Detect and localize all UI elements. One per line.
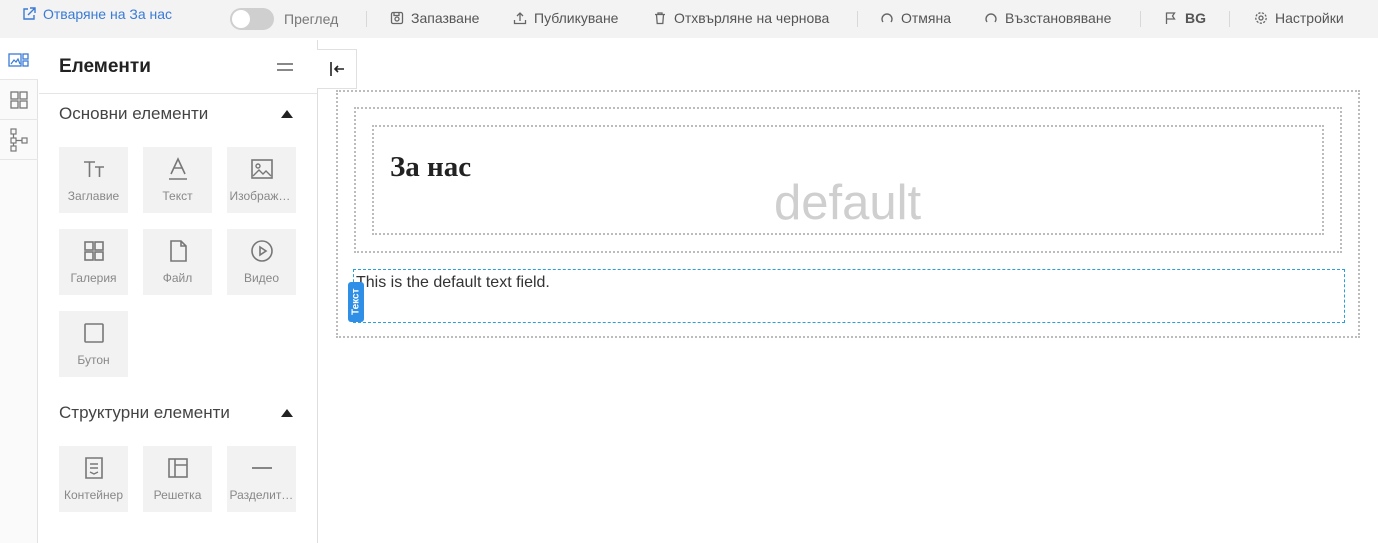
heading-container[interactable]: За нас default bbox=[354, 107, 1342, 253]
text-field-block[interactable]: This is the default text field. Текст bbox=[348, 269, 1345, 323]
preview-label: Преглед bbox=[284, 11, 339, 27]
element-tile-label: Файл bbox=[162, 271, 193, 285]
settings-label: Настройки bbox=[1275, 10, 1344, 26]
rail-tree-button[interactable] bbox=[0, 120, 38, 160]
panel-menu-icon[interactable] bbox=[277, 62, 293, 71]
elements-icon bbox=[8, 52, 29, 67]
element-tile-image[interactable]: Изображение bbox=[227, 147, 296, 213]
editor-canvas[interactable]: За нас default This is the default text … bbox=[318, 40, 1378, 543]
text-element-tag: Текст bbox=[348, 282, 364, 322]
text-icon bbox=[168, 157, 187, 180]
element-tile-divider[interactable]: Разделител bbox=[227, 446, 296, 512]
collapse-arrow-icon[interactable] bbox=[281, 409, 293, 417]
basic-elements-header[interactable]: Основни елементи bbox=[39, 94, 317, 134]
elements-panel: Елементи Основни елементи Заглавие Текст… bbox=[39, 40, 318, 543]
redo-label: Възстановяване bbox=[1005, 10, 1112, 26]
element-tile-button[interactable]: Бутон bbox=[59, 311, 128, 377]
publish-button[interactable]: Публикуване bbox=[513, 10, 618, 26]
language-button[interactable]: BG bbox=[1164, 10, 1206, 26]
element-tile-label: Бутон bbox=[77, 353, 110, 367]
settings-button[interactable]: Настройки bbox=[1254, 10, 1344, 26]
toggle-switch[interactable] bbox=[230, 8, 274, 30]
preview-toggle[interactable]: Преглед bbox=[230, 8, 338, 30]
element-tile-label: Видео bbox=[243, 271, 280, 285]
element-tile-gallery[interactable]: Галерия bbox=[59, 229, 128, 295]
basic-elements-grid: Заглавие Текст Изображение Галерия Файл … bbox=[39, 134, 317, 377]
element-tile-text[interactable]: Текст bbox=[143, 147, 212, 213]
structure-elements-header[interactable]: Структурни елементи bbox=[39, 393, 317, 433]
element-tile-label: Заглавие bbox=[67, 189, 120, 203]
top-toolbar: Отваряне на За нас Преглед Запазване Пуб… bbox=[0, 0, 1378, 38]
discard-draft-label: Отхвърляне на чернова bbox=[674, 10, 830, 26]
panel-header: Елементи bbox=[39, 40, 317, 94]
element-tile-label: Текст bbox=[162, 189, 193, 203]
heading-icon bbox=[83, 161, 104, 177]
button-icon bbox=[83, 323, 104, 343]
image-icon bbox=[250, 159, 273, 179]
undo-icon bbox=[881, 13, 893, 23]
grid-icon bbox=[167, 458, 188, 478]
redo-icon bbox=[985, 13, 997, 23]
structure-elements-title: Структурни елементи bbox=[59, 403, 230, 422]
flag-icon bbox=[1165, 12, 1176, 24]
undo-button[interactable]: Отмяна bbox=[880, 10, 951, 26]
page-heading[interactable]: За нас bbox=[390, 151, 471, 184]
side-rail bbox=[0, 40, 38, 543]
element-tile-label: Разделител bbox=[229, 488, 294, 502]
toolbar-divider bbox=[1140, 11, 1141, 27]
element-tile-video[interactable]: Видео bbox=[227, 229, 296, 295]
language-label: BG bbox=[1185, 10, 1206, 26]
discard-draft-button[interactable]: Отхвърляне на чернова bbox=[653, 10, 829, 26]
undo-label: Отмяна bbox=[901, 10, 952, 26]
collapse-left-icon bbox=[329, 62, 344, 76]
element-tile-label: Изображение bbox=[229, 189, 294, 203]
upload-icon bbox=[513, 12, 527, 25]
toolbar-divider bbox=[1229, 11, 1230, 27]
blocks-icon bbox=[10, 90, 28, 109]
toolbar-divider bbox=[366, 11, 367, 27]
rail-elements-button[interactable] bbox=[0, 40, 38, 80]
open-page-label: Отваряне на За нас bbox=[43, 6, 173, 22]
trash-icon bbox=[655, 12, 665, 25]
save-icon bbox=[390, 11, 404, 25]
toolbar-divider bbox=[857, 11, 858, 27]
gear-icon bbox=[1255, 12, 1267, 24]
page-section[interactable]: За нас default This is the default text … bbox=[336, 90, 1360, 338]
save-button[interactable]: Запазване bbox=[390, 10, 479, 26]
publish-label: Публикуване bbox=[534, 10, 619, 26]
open-page-link[interactable]: Отваряне на За нас bbox=[22, 6, 172, 22]
element-tile-heading[interactable]: Заглавие bbox=[59, 147, 128, 213]
tree-structure-icon bbox=[10, 127, 28, 152]
element-tile-grid[interactable]: Решетка bbox=[143, 446, 212, 512]
container-icon bbox=[84, 457, 103, 479]
element-tile-file[interactable]: Файл bbox=[143, 229, 212, 295]
save-label: Запазване bbox=[411, 10, 480, 26]
panel-title: Елементи bbox=[59, 55, 151, 77]
file-icon bbox=[169, 240, 187, 262]
element-tile-label: Контейнер bbox=[63, 488, 123, 502]
text-field-content[interactable]: This is the default text field. bbox=[356, 274, 550, 292]
element-tile-label: Галерия bbox=[70, 271, 117, 285]
structure-elements-grid: Контейнер Решетка Разделител bbox=[39, 433, 317, 512]
redo-button[interactable]: Възстановяване bbox=[984, 10, 1111, 26]
collapse-arrow-icon[interactable] bbox=[281, 110, 293, 118]
heading-block[interactable]: За нас default bbox=[372, 125, 1324, 235]
default-watermark: default bbox=[774, 176, 922, 230]
collapse-panel-button[interactable] bbox=[317, 49, 357, 89]
video-icon bbox=[250, 240, 273, 262]
rail-blocks-button[interactable] bbox=[0, 80, 38, 120]
basic-elements-title: Основни елементи bbox=[59, 104, 209, 123]
element-tile-label: Решетка bbox=[153, 488, 202, 502]
toggle-knob bbox=[232, 10, 250, 28]
element-tile-container[interactable]: Контейнер bbox=[59, 446, 128, 512]
external-edit-icon bbox=[23, 7, 36, 20]
divider-icon bbox=[251, 467, 272, 469]
gallery-icon bbox=[83, 241, 104, 261]
